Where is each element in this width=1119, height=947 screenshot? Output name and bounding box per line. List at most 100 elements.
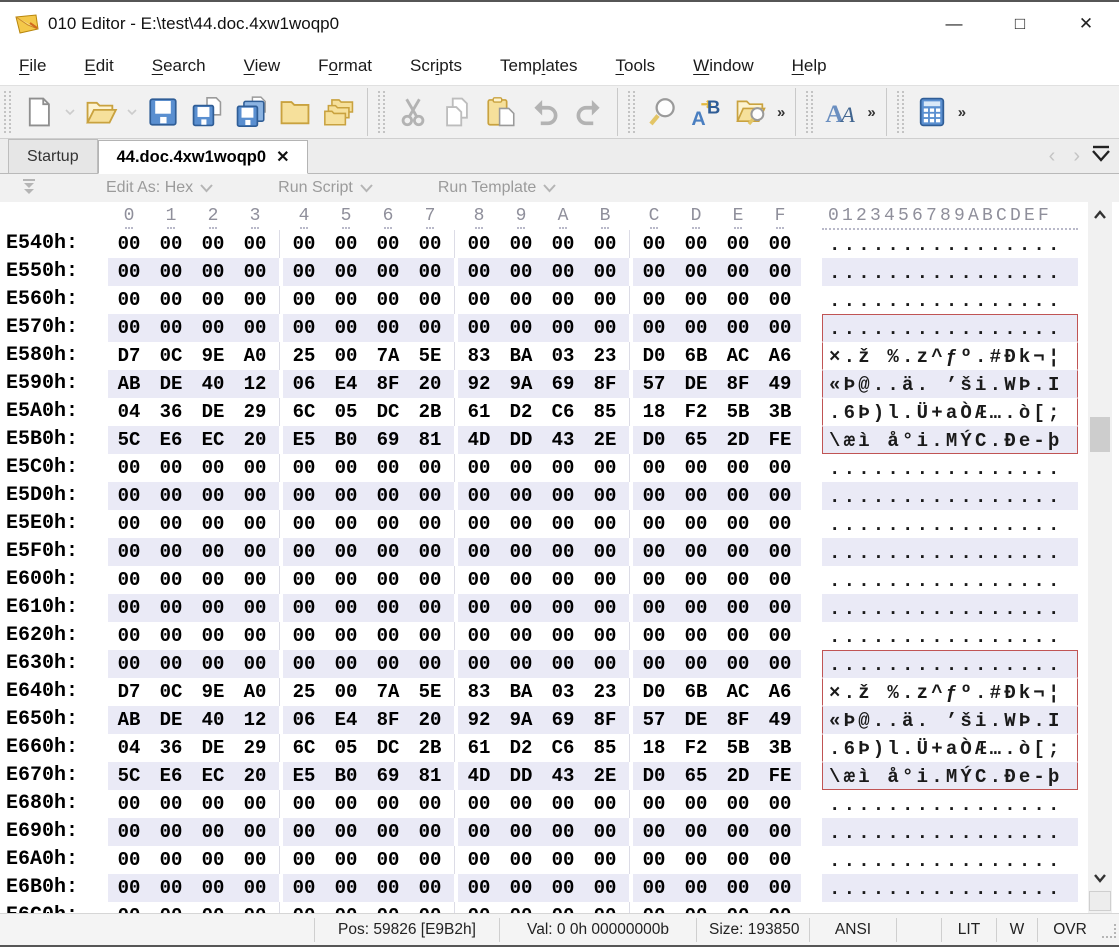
replace-button[interactable]: AB (685, 90, 729, 134)
hex-byte-cell[interactable]: 00 (325, 454, 367, 482)
hex-byte-cell[interactable]: 00 (717, 230, 759, 258)
toolbar-grip[interactable] (897, 91, 904, 133)
hex-byte-cell[interactable]: A0 (234, 342, 276, 370)
hex-byte-cell[interactable]: 00 (584, 566, 626, 594)
hex-byte-cell[interactable]: 00 (458, 818, 500, 846)
hex-byte-cell[interactable]: 0C (150, 678, 192, 706)
hex-byte-cell[interactable]: 00 (367, 510, 409, 538)
hex-byte-cell[interactable]: 69 (542, 370, 584, 398)
hex-byte-cell[interactable]: 00 (283, 510, 325, 538)
hex-byte-cell[interactable]: 00 (234, 650, 276, 678)
hex-byte-cell[interactable]: E4 (325, 706, 367, 734)
hex-byte-cell[interactable]: 00 (234, 454, 276, 482)
hex-byte-cell[interactable]: 00 (367, 566, 409, 594)
hex-byte-cell[interactable]: 00 (283, 622, 325, 650)
hex-byte-cell[interactable]: 00 (542, 818, 584, 846)
hex-byte-cell[interactable]: D2 (500, 398, 542, 426)
hex-byte-cell[interactable]: 00 (542, 846, 584, 874)
save-all-button[interactable] (229, 90, 273, 134)
hex-byte-cell[interactable]: 00 (234, 622, 276, 650)
resize-grip[interactable] (1102, 924, 1116, 938)
hex-byte-cell[interactable]: 00 (192, 538, 234, 566)
hex-byte-cell[interactable]: 18 (633, 398, 675, 426)
hex-byte-cell[interactable]: 00 (759, 594, 801, 622)
hex-byte-cell[interactable]: BA (500, 678, 542, 706)
hex-byte-cell[interactable]: 8F (584, 370, 626, 398)
hex-byte-cell[interactable]: 00 (283, 454, 325, 482)
hex-byte-cell[interactable]: B0 (325, 426, 367, 454)
hex-byte-cell[interactable]: 00 (759, 482, 801, 510)
hex-byte-cell[interactable]: 00 (150, 482, 192, 510)
hex-byte-cell[interactable]: 00 (234, 538, 276, 566)
toolbar-overflow-icon[interactable]: » (954, 104, 970, 121)
hex-byte-cell[interactable]: 4D (458, 426, 500, 454)
hex-byte-cell[interactable]: 36 (150, 398, 192, 426)
ascii-cell[interactable]: ................ (822, 874, 1078, 902)
hex-byte-cell[interactable]: 00 (717, 510, 759, 538)
font-options-button[interactable]: AA (819, 90, 863, 134)
hex-byte-cell[interactable]: 00 (409, 482, 451, 510)
undo-button[interactable] (523, 90, 567, 134)
hex-byte-cell[interactable]: 00 (717, 790, 759, 818)
hex-byte-cell[interactable]: 00 (234, 482, 276, 510)
hex-byte-cell[interactable]: 00 (500, 594, 542, 622)
hex-byte-cell[interactable]: 00 (367, 258, 409, 286)
hex-byte-cell[interactable]: 7A (367, 342, 409, 370)
ascii-cell[interactable]: ................ (822, 454, 1078, 482)
hex-byte-cell[interactable]: 20 (234, 762, 276, 790)
hex-byte-cell[interactable]: 00 (500, 286, 542, 314)
hex-byte-cell[interactable]: 81 (409, 426, 451, 454)
hex-byte-cell[interactable]: 00 (717, 818, 759, 846)
hex-byte-cell[interactable]: 00 (234, 314, 276, 342)
status-overwrite-toggle[interactable]: OVR (1037, 918, 1102, 942)
hex-byte-cell[interactable]: 00 (500, 454, 542, 482)
hex-byte-cell[interactable]: 00 (542, 622, 584, 650)
hex-byte-cell[interactable]: 00 (458, 650, 500, 678)
hex-byte-cell[interactable]: 00 (542, 510, 584, 538)
hex-byte-cell[interactable]: 00 (150, 314, 192, 342)
hex-byte-cell[interactable]: 00 (717, 650, 759, 678)
hex-byte-cell[interactable]: 04 (108, 734, 150, 762)
hex-byte-cell[interactable]: 00 (409, 510, 451, 538)
scroll-up-icon[interactable] (1088, 202, 1112, 228)
menu-scripts[interactable]: Scripts (391, 56, 481, 76)
hex-byte-cell[interactable]: 00 (150, 454, 192, 482)
hex-byte-cell[interactable]: 6C (283, 734, 325, 762)
hex-byte-cell[interactable]: 00 (675, 790, 717, 818)
ascii-cell[interactable]: ................ (822, 622, 1078, 650)
ascii-cell[interactable]: .6Þ)l.Ü+aÒÆ….ò[; (822, 734, 1078, 762)
hex-byte-cell[interactable]: 00 (633, 230, 675, 258)
hex-byte-cell[interactable]: 00 (633, 482, 675, 510)
hex-byte-cell[interactable]: 6B (675, 342, 717, 370)
hex-byte-cell[interactable]: 00 (150, 258, 192, 286)
hex-byte-cell[interactable]: 00 (458, 230, 500, 258)
hex-byte-cell[interactable]: 00 (500, 650, 542, 678)
hex-byte-cell[interactable]: 03 (542, 678, 584, 706)
hex-byte-cell[interactable]: 43 (542, 426, 584, 454)
hex-byte-cell[interactable]: 00 (584, 454, 626, 482)
hex-byte-cell[interactable]: 00 (542, 314, 584, 342)
hex-byte-cell[interactable]: F2 (675, 734, 717, 762)
hex-byte-cell[interactable]: 00 (108, 622, 150, 650)
hex-byte-cell[interactable]: 00 (108, 846, 150, 874)
hex-byte-cell[interactable]: 12 (234, 370, 276, 398)
hex-byte-cell[interactable]: 00 (759, 230, 801, 258)
hex-byte-cell[interactable]: 00 (584, 286, 626, 314)
status-writable-toggle[interactable]: W (996, 918, 1037, 942)
hex-byte-cell[interactable]: 00 (283, 594, 325, 622)
hex-byte-cell[interactable]: 00 (759, 454, 801, 482)
scrollbar-corner-button[interactable] (1089, 891, 1111, 911)
hex-byte-cell[interactable]: 00 (542, 454, 584, 482)
hex-byte-cell[interactable]: DE (192, 398, 234, 426)
tab-startup[interactable]: Startup (8, 139, 98, 173)
hex-byte-cell[interactable]: 00 (325, 790, 367, 818)
run-script-dropdown[interactable]: Run Script (278, 179, 374, 197)
hex-byte-cell[interactable]: 00 (458, 594, 500, 622)
hex-byte-cell[interactable]: 65 (675, 762, 717, 790)
hex-byte-cell[interactable]: 83 (458, 678, 500, 706)
hex-byte-cell[interactable]: 00 (367, 286, 409, 314)
hex-byte-cell[interactable]: B0 (325, 762, 367, 790)
hex-byte-cell[interactable]: 00 (409, 566, 451, 594)
hex-byte-cell[interactable]: 00 (367, 314, 409, 342)
hex-byte-cell[interactable]: 00 (192, 594, 234, 622)
